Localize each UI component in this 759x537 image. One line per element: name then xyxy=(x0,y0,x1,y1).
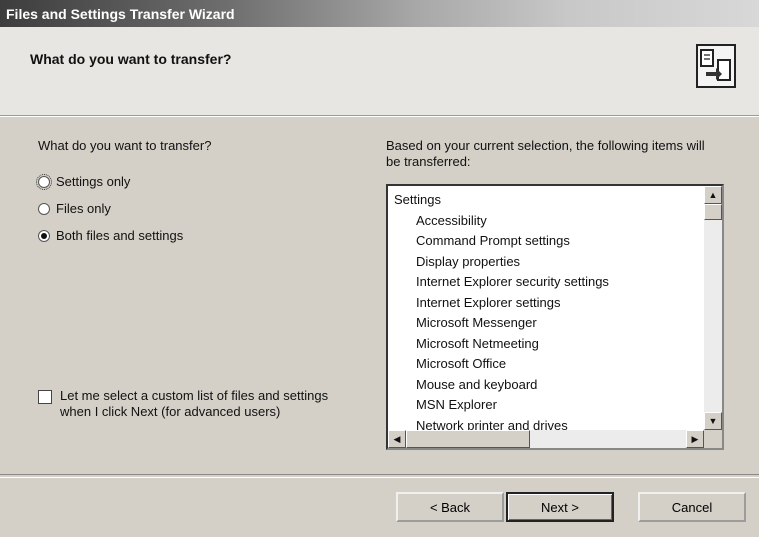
radio-label: Files only xyxy=(56,201,111,216)
radio-files-only[interactable]: Files only xyxy=(38,201,111,216)
list-item[interactable]: Internet Explorer settings xyxy=(388,293,704,314)
checkbox-box[interactable] xyxy=(38,390,52,404)
radio-button[interactable] xyxy=(36,173,52,190)
list-item[interactable]: MSN Explorer xyxy=(388,395,704,416)
horizontal-scroll-thumb[interactable] xyxy=(406,430,530,448)
list-item[interactable]: Accessibility xyxy=(388,211,704,232)
title-bar[interactable]: Files and Settings Transfer Wizard xyxy=(0,0,759,27)
arrow-down-icon[interactable]: ▼ xyxy=(704,412,722,430)
horizontal-scrollbar[interactable]: ◀ ▶ xyxy=(388,430,704,448)
header-divider xyxy=(0,116,759,117)
list-item[interactable]: Microsoft Messenger xyxy=(388,313,704,334)
transfer-wizard-icon xyxy=(696,44,736,88)
arrow-right-icon[interactable]: ▶ xyxy=(686,430,704,448)
transfer-description: Based on your current selection, the fol… xyxy=(386,138,705,169)
list-item[interactable]: Display properties xyxy=(388,252,704,273)
footer-divider xyxy=(0,474,759,478)
radio-both-files-settings[interactable]: Both files and settings xyxy=(38,228,183,243)
checkbox-label-line2: when I click Next (for advanced users) xyxy=(60,404,281,419)
radio-label: Settings only xyxy=(56,174,131,189)
vertical-scrollbar[interactable]: ▲ ▼ xyxy=(704,186,722,430)
next-button[interactable]: Next > xyxy=(506,492,614,522)
transfer-question: What do you want to transfer? xyxy=(38,138,212,153)
list-item[interactable]: Mouse and keyboard xyxy=(388,375,704,396)
radio-button[interactable] xyxy=(38,202,50,215)
list-item[interactable]: Microsoft Netmeeting xyxy=(388,334,704,355)
scroll-corner xyxy=(704,430,722,448)
radio-label: Both files and settings xyxy=(56,228,184,243)
custom-list-checkbox[interactable]: Let me select a custom list of files and… xyxy=(38,388,378,420)
window-title: Files and Settings Transfer Wizard xyxy=(6,5,235,22)
list-item[interactable]: Command Prompt settings xyxy=(388,231,704,252)
cancel-button[interactable]: Cancel xyxy=(638,492,746,522)
wizard-header: What do you want to transfer? xyxy=(0,27,759,116)
radio-button[interactable] xyxy=(38,229,50,242)
radio-settings-only[interactable]: Settings only xyxy=(36,173,131,190)
transfer-items-list[interactable]: Settings Accessibility Command Prompt se… xyxy=(386,184,724,450)
checkbox-label: Let me select a custom list of files and… xyxy=(60,388,328,420)
list-item[interactable]: Microsoft Office xyxy=(388,354,704,375)
vertical-scroll-thumb[interactable] xyxy=(704,204,722,220)
arrow-left-icon[interactable]: ◀ xyxy=(388,430,406,448)
page-title: What do you want to transfer? xyxy=(30,51,232,67)
list-item[interactable]: Network printer and drives xyxy=(388,416,704,431)
arrow-up-icon[interactable]: ▲ xyxy=(704,186,722,204)
list-item[interactable]: Internet Explorer security settings xyxy=(388,272,704,293)
list-group-settings[interactable]: Settings xyxy=(388,190,704,211)
back-button[interactable]: < Back xyxy=(396,492,504,522)
list-content: Settings Accessibility Command Prompt se… xyxy=(388,186,704,430)
checkbox-label-line1: Let me select a custom list of files and… xyxy=(60,388,329,403)
